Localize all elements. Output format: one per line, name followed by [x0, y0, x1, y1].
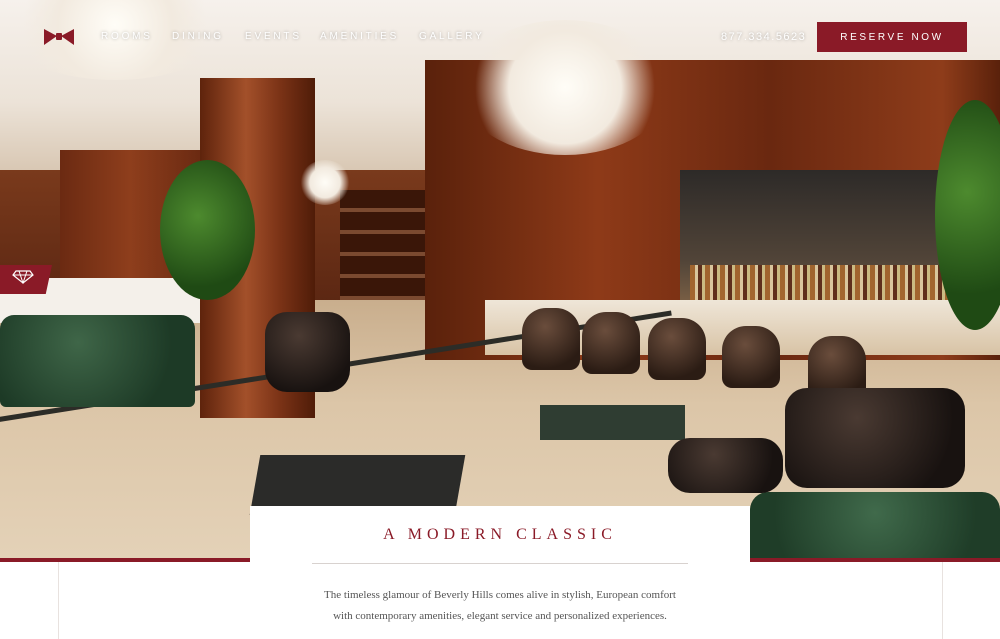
intro-text-line: The timeless glamour of Beverly Hills co…: [324, 589, 676, 601]
nav-dining[interactable]: DINING: [172, 31, 224, 42]
phone-number[interactable]: 877.334.5623: [721, 31, 806, 43]
bar-bottles: [690, 265, 950, 305]
lounge-chair: [785, 388, 965, 488]
nav-amenities[interactable]: AMENITIES: [320, 31, 399, 42]
lounge-chair: [265, 312, 350, 392]
nav-events[interactable]: EVENTS: [245, 31, 302, 42]
nav-rooms[interactable]: ROOMS: [101, 31, 153, 42]
divider-line: [58, 562, 59, 639]
intro-text-line: with contemporary amenities, elegant ser…: [333, 610, 667, 622]
nav-gallery[interactable]: GALLERY: [419, 31, 485, 42]
green-sofa: [0, 315, 195, 407]
potted-plant: [160, 160, 255, 300]
side-tab[interactable]: [0, 265, 52, 294]
section-heading: A MODERN CLASSIC: [383, 526, 617, 543]
intro-text: The timeless glamour of Beverly Hills co…: [300, 585, 700, 627]
reserve-now-button[interactable]: RESERVE NOW: [817, 22, 967, 52]
bookshelf: [340, 190, 425, 300]
ottoman: [668, 438, 783, 493]
bar-stool: [522, 308, 580, 370]
logo-bow-icon[interactable]: [42, 27, 76, 47]
bar-stool: [722, 326, 780, 388]
divider-line: [942, 562, 943, 639]
floor-tile: [540, 405, 685, 440]
green-sofa: [750, 492, 1000, 562]
heading-divider: [312, 563, 688, 564]
bar-stool: [648, 318, 706, 380]
hero-image: [0, 0, 1000, 562]
bar-stool: [582, 312, 640, 374]
wall-sconce: [300, 160, 350, 205]
diamond-icon: [12, 270, 34, 289]
top-navigation: ROOMS DINING EVENTS AMENITIES GALLERY 87…: [0, 0, 1000, 74]
